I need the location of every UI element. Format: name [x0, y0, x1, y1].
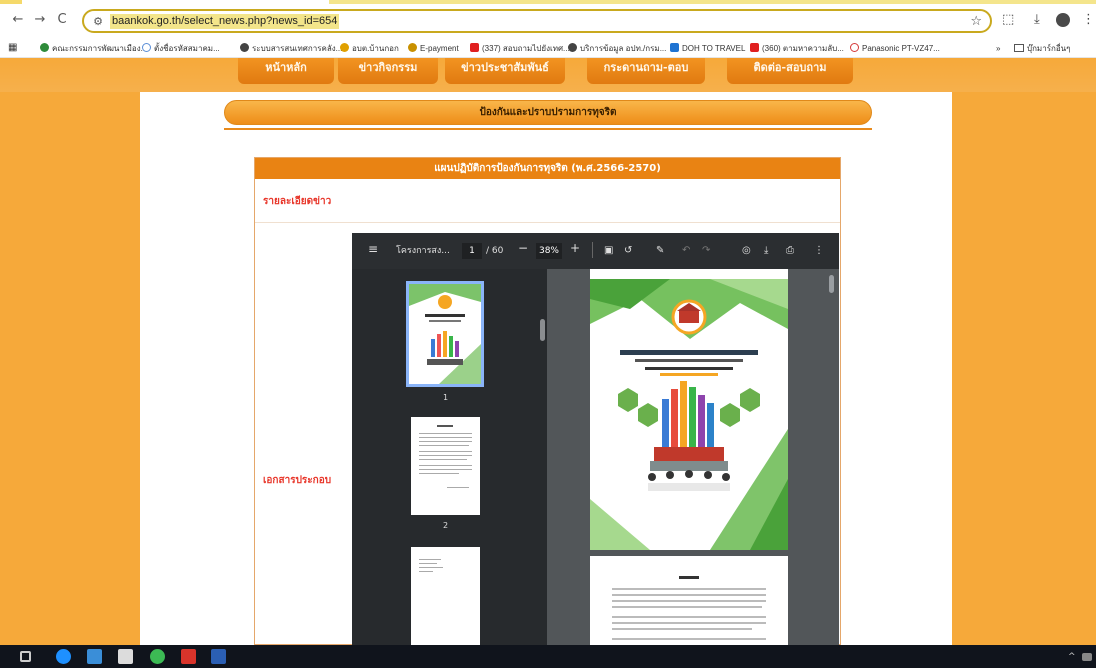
sidebar-menu-icon[interactable]: ≡: [368, 242, 378, 256]
pdf-page-2: [590, 556, 788, 645]
more-bookmarks-icon[interactable]: »: [996, 42, 1000, 55]
pdf-scrollbar[interactable]: [829, 275, 834, 293]
bookmark-item[interactable]: ระบบสารสนเทศการคลัง...: [240, 42, 342, 55]
acrobat-icon[interactable]: [181, 649, 196, 664]
browser-toolbar: ← → C ⚙ baankok.go.th/select_news.php?ne…: [0, 0, 1096, 40]
thumbnail-scrollbar[interactable]: [540, 319, 545, 341]
thumbnail-text-graphic: [419, 425, 472, 488]
bookmark-item[interactable]: (337) สอบถามไปยังเทศ...: [470, 42, 570, 55]
fit-page-icon[interactable]: ▣: [604, 244, 613, 258]
thumbnail-number: 1: [443, 393, 449, 402]
bookmark-folder[interactable]: บุ๊กมาร์กอื่นๆ: [1014, 42, 1070, 55]
download-icon[interactable]: ⤓: [764, 244, 768, 258]
download-icon[interactable]: ⤓: [1034, 12, 1040, 28]
page-number-input[interactable]: 1: [462, 243, 482, 259]
back-icon[interactable]: ←: [10, 12, 26, 28]
bookmark-favicon-icon: [568, 43, 577, 52]
thumbnail-page-2[interactable]: [411, 417, 480, 515]
divider: [255, 222, 840, 223]
pdf-page-view[interactable]: [547, 269, 839, 645]
word-icon[interactable]: [211, 649, 226, 664]
forward-icon[interactable]: →: [32, 12, 48, 28]
zoom-out-icon[interactable]: −: [518, 241, 528, 255]
zoom-level[interactable]: 38%: [536, 243, 562, 259]
apps-grid-icon[interactable]: ▦: [8, 41, 17, 54]
extensions-icon[interactable]: ⬚: [1002, 12, 1014, 28]
youtube-icon: [470, 43, 479, 52]
news-title: แผนปฏิบัติการป้องกันการทุจริต (พ.ศ.2566-…: [255, 158, 840, 179]
nav-tab-webboard[interactable]: กระดานถาม-ตอบ: [587, 58, 705, 84]
tray-chevron-icon[interactable]: ^: [1068, 653, 1076, 662]
task-view-icon[interactable]: [20, 651, 31, 662]
thumbnail-cover-graphic: [409, 284, 481, 384]
bookmark-item[interactable]: ตั้งชื่อรหัสสมาคม...: [142, 42, 220, 55]
nav-tab-activities[interactable]: ข่าวกิจกรรม: [338, 58, 438, 84]
menu-kebab-icon[interactable]: ⋮: [1082, 12, 1095, 28]
thumbnail-page-3[interactable]: [411, 547, 480, 645]
thumbnail-page-1[interactable]: [406, 281, 484, 387]
bookmark-item[interactable]: บริการข้อมูล อปท./กรม...: [568, 42, 666, 55]
bookmark-item[interactable]: DOH TO TRAVEL: [670, 42, 745, 55]
toolbar-separator: [592, 242, 593, 258]
thumbnail-pane: 1 2: [352, 269, 547, 645]
redo-icon[interactable]: ↷: [702, 244, 710, 258]
attachment-label: เอกสารประกอบ: [263, 475, 332, 486]
address-bar[interactable]: ⚙ baankok.go.th/select_news.php?news_id=…: [82, 9, 992, 33]
pdf-toolbar: ≡ โครงการสง... 1 / 60 − 38% + ▣ ↺ ✎ ↶ ↷ …: [352, 233, 839, 269]
thumbnail-text-graphic: [419, 559, 443, 572]
pdf-cover-page: [590, 269, 788, 550]
page-text-graphic: [612, 576, 766, 640]
pdf-document-name: โครงการสง...: [396, 246, 450, 256]
nav-tab-news[interactable]: ข่าวประชาสัมพันธ์: [445, 58, 565, 84]
bookmark-favicon-icon: [142, 43, 151, 52]
print-icon[interactable]: ⎙: [786, 244, 794, 258]
url-text[interactable]: baankok.go.th/select_news.php?news_id=65…: [110, 14, 340, 29]
bookmark-favicon-icon: [40, 43, 49, 52]
bookmark-item[interactable]: E-payment: [408, 42, 459, 55]
windows-taskbar: ^: [0, 645, 1096, 668]
nav-tab-contact[interactable]: ติดต่อ-สอบถาม: [727, 58, 853, 84]
section-divider: [224, 128, 872, 130]
tab-strip-accent: [0, 0, 1096, 4]
folder-icon: [1014, 44, 1024, 52]
more-options-icon[interactable]: ⋮: [814, 244, 824, 258]
youtube-icon: [750, 43, 759, 52]
bookmark-item[interactable]: (360) ตามหาความลับ...: [750, 42, 844, 55]
reload-icon[interactable]: C: [54, 12, 70, 28]
tray-network-icon[interactable]: [1082, 653, 1092, 661]
bookmarks-bar: ▦ คณะกรรมการพัฒนาเมือง... ตั้งชื่อรหัสสม…: [0, 40, 1096, 58]
bookmark-favicon-icon: [240, 43, 249, 52]
rotate-icon[interactable]: ↺: [624, 244, 632, 258]
chrome-icon[interactable]: [150, 649, 165, 664]
pdf-viewer[interactable]: ≡ โครงการสง... 1 / 60 − 38% + ▣ ↺ ✎ ↶ ↷ …: [352, 233, 839, 645]
zoom-in-icon[interactable]: +: [570, 241, 580, 255]
thumbnail-number: 2: [443, 521, 449, 530]
undo-icon[interactable]: ↶: [682, 244, 690, 258]
bookmark-item[interactable]: อบต.บ้านกอก: [340, 42, 399, 55]
save-icon[interactable]: ◎: [742, 244, 751, 258]
detail-label: รายละเอียดข่าว: [263, 196, 332, 207]
file-explorer-icon[interactable]: [87, 649, 102, 664]
annotate-icon[interactable]: ✎: [656, 244, 664, 258]
bookmark-item[interactable]: Panasonic PT-VZ47...: [850, 42, 940, 55]
edge-icon[interactable]: [56, 649, 71, 664]
bookmark-favicon-icon: [670, 43, 679, 52]
site-navigation: หน้าหลัก ข่าวกิจกรรม ข่าวประชาสัมพันธ์ ก…: [0, 58, 1096, 92]
site-info-icon[interactable]: ⚙: [90, 14, 106, 30]
bookmark-item[interactable]: คณะกรรมการพัฒนาเมือง...: [40, 42, 147, 55]
bookmark-favicon-icon: [408, 43, 417, 52]
section-title: ป้องกันและปราบปรามการทุจริต: [224, 100, 872, 125]
bookmark-favicon-icon: [340, 43, 349, 52]
page-total: / 60: [486, 246, 504, 256]
store-icon[interactable]: [118, 649, 133, 664]
bookmark-star-icon[interactable]: ☆: [970, 14, 982, 30]
bookmark-favicon-icon: [850, 43, 859, 52]
profile-avatar[interactable]: [1056, 13, 1070, 27]
nav-tab-home[interactable]: หน้าหลัก: [238, 58, 334, 84]
cover-artwork: [590, 269, 788, 550]
